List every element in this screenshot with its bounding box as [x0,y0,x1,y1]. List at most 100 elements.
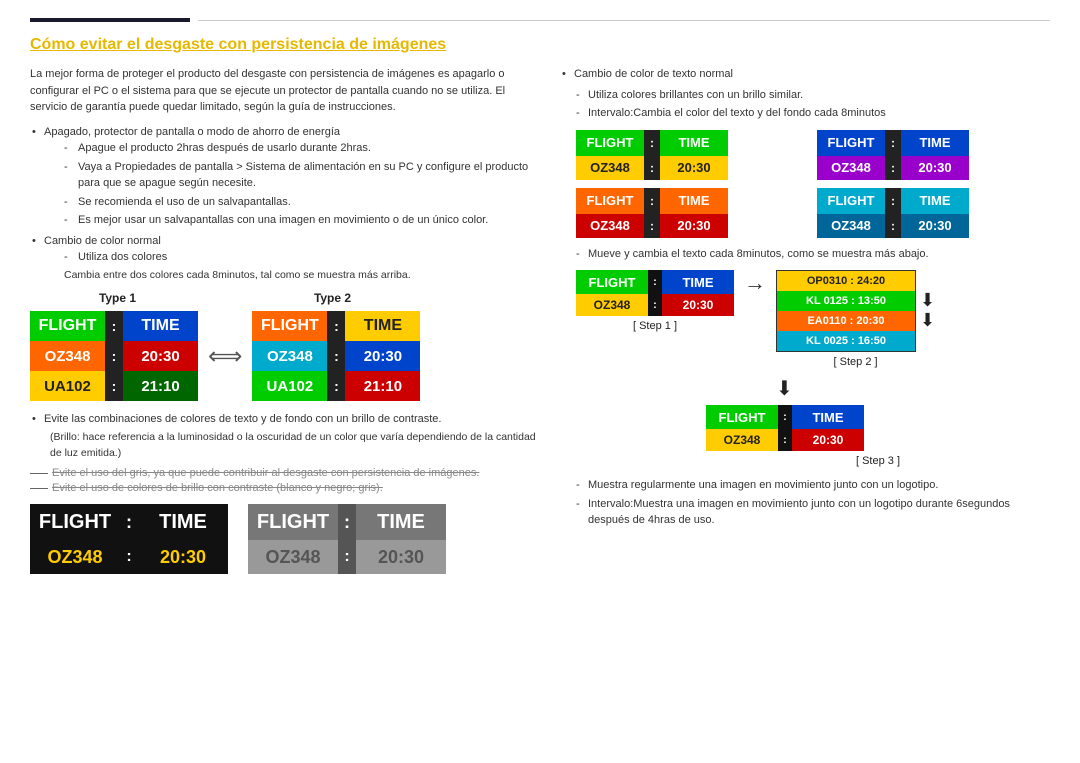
step2-line-2: KL 0125 : 13:50 [777,291,915,311]
board-type1-header: FLIGHT : TIME [30,311,198,341]
mini-board-cyan: FLIGHT : TIME OZ348 : 20:30 [817,188,1050,238]
lb1-time: TIME [138,504,228,540]
step1-flight: FLIGHT [576,270,648,294]
top-border-light [198,20,1050,21]
avoid-note2: (Brillo: hace referencia a la luminosida… [44,430,540,462]
bvb-header: FLIGHT : TIME [817,130,1050,156]
strikethrough-text-2: Evite el uso de colores de brillo con co… [52,482,383,494]
bvd-data: OZ348 : 20:30 [817,214,1050,238]
lb2-val: 20:30 [356,540,446,574]
move-note: Mueve y cambia el texto cada 8minutos, c… [560,246,1050,263]
type2-label: Type 2 [255,291,410,305]
bvb-time: TIME [901,130,969,156]
double-arrow-horizontal: ⟺ [208,342,242,371]
step1-data: OZ348 : 20:30 [576,294,734,316]
bva-data: OZ348 : 20:30 [576,156,809,180]
type1-label: Type 1 [40,291,195,305]
step2-row-4: KL 0025 : 16:50 [777,331,915,351]
lb1-val: 20:30 [138,540,228,574]
step3-header: FLIGHT : TIME [706,405,864,429]
step-arrow-right: → [744,270,766,314]
step3-board: FLIGHT : TIME OZ348 : 20:30 [706,405,864,451]
step3-container: FLIGHT : TIME OZ348 : 20:30 [ Step 3 ] [706,405,1050,467]
right-dash-2: Intervalo:Cambia el color del texto y de… [560,105,1050,122]
page: Cómo evitar el desgaste con persistencia… [0,0,1080,763]
dash-item-5: Utiliza dos colores [64,249,540,266]
top-border [30,18,1050,22]
board-type2-data-row1: OZ348 : 20:30 [252,341,420,371]
bva-header: FLIGHT : TIME [576,130,809,156]
bvb-colon2: : [885,156,901,180]
two-col-layout: La mejor forma de proteger el producto d… [30,66,1050,574]
dash-list-2: Utiliza dos colores [44,249,540,266]
bvc-colon2: : [644,214,660,238]
step2-line-4: KL 0025 : 16:50 [777,331,915,351]
step1-val: 20:30 [662,294,734,316]
board-type2-val: 20:30 [345,341,420,371]
bva-colon: : [644,130,660,156]
step1-label: [ Step 1 ] [576,320,734,332]
bullet-item-1: Apagado, protector de pantalla o modo de… [30,124,540,229]
step3-colon1: : [778,405,792,429]
right-dash-1: Utiliza colores brillantes con un brillo… [560,87,1050,104]
board-type2-data-row2: UA102 : 21:10 [252,371,420,401]
page-title: Cómo evitar el desgaste con persistencia… [30,36,1050,54]
step2-line-3: EA0110 : 20:30 [777,311,915,331]
step2-board-with-arrows: OP0310 : 24:20 KL 0125 : 13:50 EA0110 : … [776,270,935,352]
board-type1-colon3: : [105,371,123,401]
large-board-black: FLIGHT : TIME OZ348 : 20:30 [30,504,228,574]
bullet-item-2: Cambio de color normal Utiliza dos color… [30,233,540,284]
board-type2-colon3: : [327,371,345,401]
dash-item-1: Apague el producto 2hras después de usar… [64,140,540,157]
board-type2-val2: 21:10 [345,371,420,401]
board-type1-data-row1: OZ348 : 20:30 [30,341,198,371]
strikethrough-section: Evite el uso del gris, ya que puede cont… [30,467,540,494]
step3-val: 20:30 [792,429,864,451]
bvc-time: TIME [660,188,728,214]
step2-row-2: KL 0125 : 13:50 [777,291,915,311]
step3-label: [ Step 3 ] [706,455,1050,467]
dash-item-2: Vaya a Propiedades de pantalla > Sistema… [64,159,540,192]
large-board-gray: FLIGHT : TIME OZ348 : 20:30 [248,504,446,574]
step1-board: FLIGHT : TIME OZ348 : 20:30 [576,270,734,316]
board-type1-ua: UA102 [30,371,105,401]
bottom-boards-row: FLIGHT : TIME OZ348 : 20:30 FLIGHT : [30,504,540,574]
strikethrough-row-1: Evite el uso del gris, ya que puede cont… [30,467,540,479]
board-type2-oz: OZ348 [252,341,327,371]
lb2-colon2: : [338,540,356,574]
mini-board-orange: FLIGHT : TIME OZ348 : 20:30 [576,188,809,238]
moving-note: Muestra regularmente una imagen en movim… [560,477,1050,494]
bvc-oz: OZ348 [576,214,644,238]
lb2-oz: OZ348 [248,540,338,574]
lb2-flight: FLIGHT [248,504,338,540]
board-type1-colon1: : [105,311,123,341]
bvc-val: 20:30 [660,214,728,238]
board-type2-ua: UA102 [252,371,327,401]
bvd-colon2: : [885,214,901,238]
note1: Cambia entre dos colores cada 8minutos, … [44,268,540,284]
mini-board-green: FLIGHT : TIME OZ348 : 20:30 [576,130,809,180]
board-type2: FLIGHT : TIME OZ348 : 20:30 UA102 : 21:1… [252,311,420,401]
right-column: Cambio de color de texto normal Utiliza … [560,66,1050,574]
bvd-oz: OZ348 [817,214,885,238]
step3-time: TIME [792,405,864,429]
board-type2-time-label: TIME [345,311,420,341]
bva-val: 20:30 [660,156,728,180]
dash-item-4: Es mejor usar un salvapantallas con una … [64,212,540,229]
bvd-colon: : [885,188,901,214]
bva-flight: FLIGHT [576,130,644,156]
bva-colon2: : [644,156,660,180]
step1-colon2: : [648,294,662,316]
strikethrough-row-2: Evite el uso de colores de brillo con co… [30,482,540,494]
bvc-data: OZ348 : 20:30 [576,214,809,238]
bvd-time: TIME [901,188,969,214]
bvc-colon: : [644,188,660,214]
top-border-dark [30,18,190,22]
step2-container: OP0310 : 24:20 KL 0125 : 13:50 EA0110 : … [776,270,935,368]
lb1-flight: FLIGHT [30,504,120,540]
step1-colon1: : [648,270,662,294]
bvd-val: 20:30 [901,214,969,238]
board-type2-header: FLIGHT : TIME [252,311,420,341]
step3-data: OZ348 : 20:30 [706,429,864,451]
lb1-header: FLIGHT : TIME [30,504,228,540]
